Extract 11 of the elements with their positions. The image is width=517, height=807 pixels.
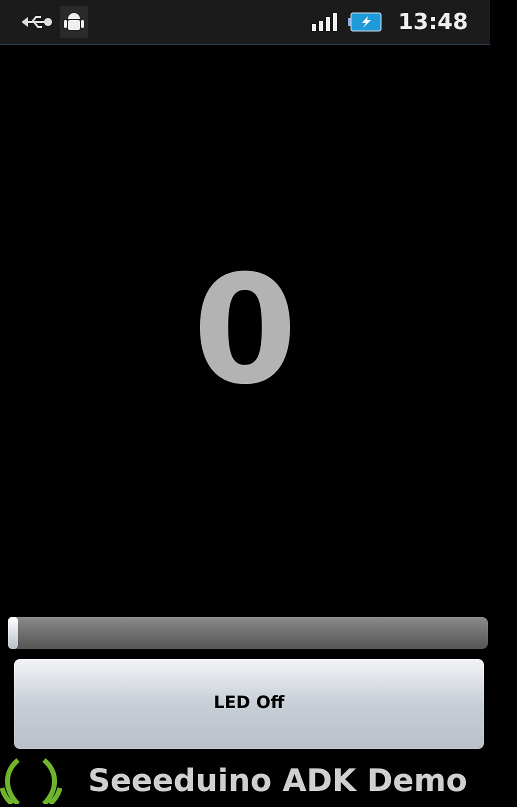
logo-icon bbox=[0, 758, 62, 804]
app-title: Seeeduino ADK Demo bbox=[88, 762, 468, 801]
slider-thumb[interactable] bbox=[8, 617, 18, 649]
battery-icon bbox=[348, 12, 382, 32]
slider-track[interactable] bbox=[8, 617, 488, 649]
counter-value: 0 bbox=[192, 256, 298, 406]
status-time: 13:48 bbox=[398, 8, 468, 36]
android-icon bbox=[60, 6, 88, 38]
signal-icon bbox=[312, 13, 340, 31]
usb-icon bbox=[22, 14, 52, 30]
led-button[interactable]: LED Off bbox=[14, 659, 484, 749]
